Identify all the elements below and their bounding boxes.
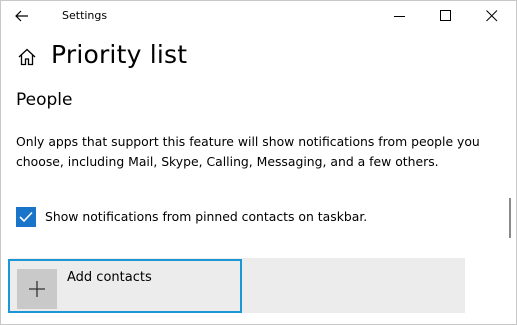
maximize-button[interactable] xyxy=(424,0,470,32)
minimize-button[interactable] xyxy=(378,0,424,32)
title-bar: Settings xyxy=(0,0,517,32)
back-arrow-icon xyxy=(15,10,28,22)
minimize-icon xyxy=(394,16,405,17)
close-button[interactable] xyxy=(470,0,516,32)
section-description: Only apps that support this feature will… xyxy=(16,134,480,169)
focus-highlight xyxy=(8,259,242,313)
checkmark-icon xyxy=(19,211,33,223)
scrollbar-thumb[interactable] xyxy=(509,198,511,238)
pinned-contacts-checkbox[interactable] xyxy=(16,207,36,227)
maximize-icon xyxy=(440,10,451,21)
section-title: People xyxy=(16,90,73,110)
home-icon[interactable] xyxy=(17,47,37,67)
page-title: Priority list xyxy=(51,40,188,69)
pinned-contacts-label[interactable]: Show notifications from pinned contacts … xyxy=(45,209,367,224)
close-icon xyxy=(486,10,498,22)
window-title: Settings xyxy=(62,9,108,22)
back-button[interactable] xyxy=(8,2,36,30)
